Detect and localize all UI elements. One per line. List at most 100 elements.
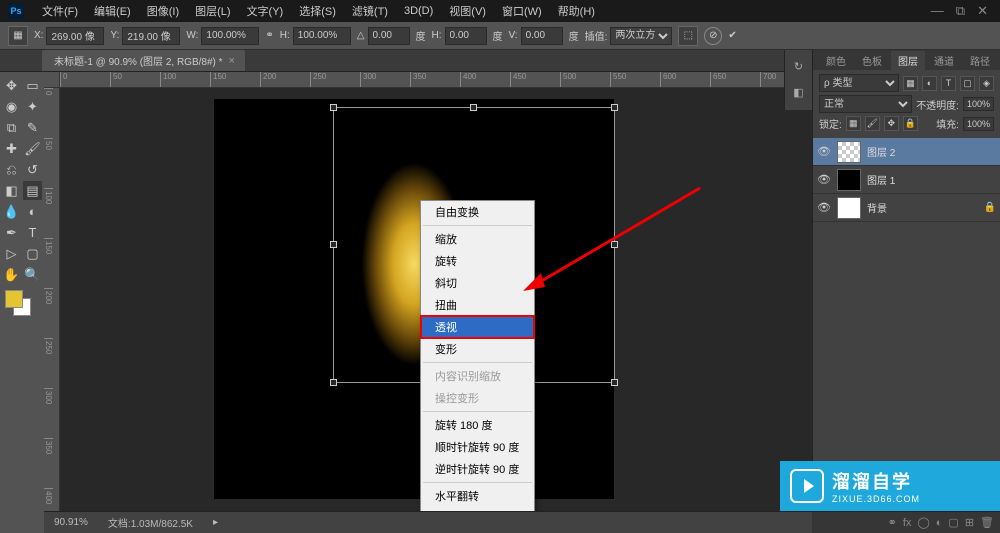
group-icon[interactable]: ▢ [948, 516, 958, 529]
restore-icon[interactable]: ⧉ [956, 3, 965, 19]
blur-tool[interactable]: 💧 [2, 202, 21, 221]
context-menu-item[interactable]: 顺时针旋转 90 度 [421, 436, 534, 458]
heal-tool[interactable]: ✚ [2, 139, 21, 158]
visibility-eye-icon[interactable]: 👁 [817, 145, 831, 158]
layer-row[interactable]: 👁背景🔒 [813, 194, 1000, 222]
context-menu-item[interactable]: 斜切 [421, 272, 534, 294]
stamp-tool[interactable]: ⎌ [2, 160, 21, 179]
history-panel-icon[interactable]: ↻ [789, 56, 809, 76]
foreground-color[interactable] [5, 290, 23, 308]
context-menu-item[interactable]: 变形 [421, 338, 534, 360]
fx-icon[interactable]: fx [903, 517, 912, 529]
brush-tool[interactable]: 🖌 [23, 139, 42, 158]
history-brush-tool[interactable]: ↺ [23, 160, 42, 179]
eraser-tool[interactable]: ◧ [2, 181, 21, 200]
tab-swatches[interactable]: 色板 [855, 51, 889, 70]
handle-bot-right[interactable] [611, 379, 618, 386]
zoom-tool[interactable]: 🔍 [23, 265, 42, 284]
close-icon[interactable]: ✕ [977, 3, 988, 19]
menu-3d[interactable]: 3D(D) [396, 5, 441, 17]
filter-smart-icon[interactable]: ◈ [979, 76, 994, 91]
document-tab[interactable]: 未标题-1 @ 90.9% (图层 2, RGB/8#) * × [42, 50, 245, 71]
interp-select[interactable]: 两次立方 [610, 27, 672, 45]
vshear-input[interactable] [521, 27, 563, 45]
marquee-tool[interactable]: ▭ [23, 76, 42, 95]
opacity-value[interactable]: 100% [963, 97, 994, 111]
gradient-tool[interactable]: ▤ [23, 181, 42, 200]
zoom-readout[interactable]: 90.91% [54, 517, 88, 528]
link-layers-icon[interactable]: ⚭ [888, 516, 897, 529]
menu-window[interactable]: 窗口(W) [494, 3, 550, 19]
lock-all-icon[interactable]: 🔒 [903, 116, 918, 131]
mask-icon[interactable]: ◯ [917, 516, 929, 529]
y-input[interactable] [122, 27, 180, 45]
menu-image[interactable]: 图像(I) [139, 3, 187, 19]
h-input[interactable] [293, 27, 351, 45]
text-tool[interactable]: T [23, 223, 42, 242]
cancel-transform-icon[interactable]: ⊘ [704, 27, 722, 45]
move-tool[interactable]: ✥ [2, 76, 21, 95]
pen-tool[interactable]: ✒ [2, 223, 21, 242]
tab-paths[interactable]: 路径 [963, 51, 997, 70]
adjustment-icon[interactable]: ◐ [936, 517, 943, 529]
path-tool[interactable]: ▷ [2, 244, 21, 263]
blend-mode-select[interactable]: 正常 [819, 95, 912, 113]
visibility-eye-icon[interactable]: 👁 [817, 201, 831, 214]
menu-edit[interactable]: 编辑(E) [86, 3, 139, 19]
eyedropper-tool[interactable]: ✎ [23, 118, 42, 137]
menu-file[interactable]: 文件(F) [34, 3, 86, 19]
context-menu-item[interactable]: 缩放 [421, 228, 534, 250]
x-input[interactable] [46, 27, 104, 45]
filter-pixel-icon[interactable]: ▦ [903, 76, 918, 91]
handle-top-center[interactable] [470, 104, 477, 111]
filter-adjust-icon[interactable]: ◐ [922, 76, 937, 91]
filter-type-icon[interactable]: T [941, 76, 956, 91]
fill-value[interactable]: 100% [963, 117, 994, 131]
filter-shape-icon[interactable]: ▢ [960, 76, 975, 91]
crop-tool[interactable]: ⧉ [2, 118, 21, 137]
tab-color[interactable]: 颜色 [819, 51, 853, 70]
w-input[interactable] [201, 27, 259, 45]
menu-select[interactable]: 选择(S) [291, 3, 344, 19]
hshear-input[interactable] [445, 27, 487, 45]
tab-layers[interactable]: 图层 [891, 51, 925, 70]
warp-icon[interactable]: ⬚ [678, 26, 698, 46]
context-menu-item[interactable]: 旋转 180 度 [421, 414, 534, 436]
link-icon[interactable]: ⚭ [265, 30, 273, 41]
menu-view[interactable]: 视图(V) [441, 3, 494, 19]
menu-help[interactable]: 帮助(H) [550, 3, 603, 19]
lasso-tool[interactable]: ◉ [2, 97, 21, 116]
layer-kind-select[interactable]: ρ 类型 [819, 74, 899, 92]
handle-mid-right[interactable] [611, 241, 618, 248]
handle-top-left[interactable] [330, 104, 337, 111]
layer-row[interactable]: 👁图层 1 [813, 166, 1000, 194]
new-layer-icon[interactable]: ⊞ [965, 516, 974, 529]
dodge-tool[interactable]: ◐ [23, 202, 42, 221]
visibility-eye-icon[interactable]: 👁 [817, 173, 831, 186]
menu-filter[interactable]: 滤镜(T) [344, 3, 396, 19]
minimize-icon[interactable]: — [931, 3, 944, 19]
handle-top-right[interactable] [611, 104, 618, 111]
layer-row[interactable]: 👁图层 2 [813, 138, 1000, 166]
menu-layer[interactable]: 图层(L) [187, 3, 238, 19]
angle-input[interactable] [368, 27, 410, 45]
context-menu-item[interactable]: 自由变换 [421, 201, 534, 223]
hand-tool[interactable]: ✋ [2, 265, 21, 284]
lock-trans-icon[interactable]: ▦ [846, 116, 861, 131]
handle-bot-left[interactable] [330, 379, 337, 386]
context-menu-item[interactable]: 水平翻转 [421, 485, 534, 507]
transform-ref-icon[interactable]: ▦ [8, 26, 28, 46]
wand-tool[interactable]: ✦ [23, 97, 42, 116]
commit-transform-icon[interactable]: ✔ [728, 30, 736, 41]
color-swatches[interactable] [5, 290, 41, 322]
tab-channels[interactable]: 通道 [927, 51, 961, 70]
lock-pixel-icon[interactable]: 🖌 [865, 116, 880, 131]
lock-pos-icon[interactable]: ✥ [884, 116, 899, 131]
status-caret-icon[interactable]: ▸ [213, 517, 218, 528]
context-menu-item[interactable]: 逆时针旋转 90 度 [421, 458, 534, 480]
shape-tool[interactable]: ▢ [23, 244, 42, 263]
handle-mid-left[interactable] [330, 241, 337, 248]
menu-type[interactable]: 文字(Y) [239, 3, 292, 19]
context-menu-item[interactable]: 旋转 [421, 250, 534, 272]
trash-icon[interactable]: 🗑 [980, 516, 994, 529]
